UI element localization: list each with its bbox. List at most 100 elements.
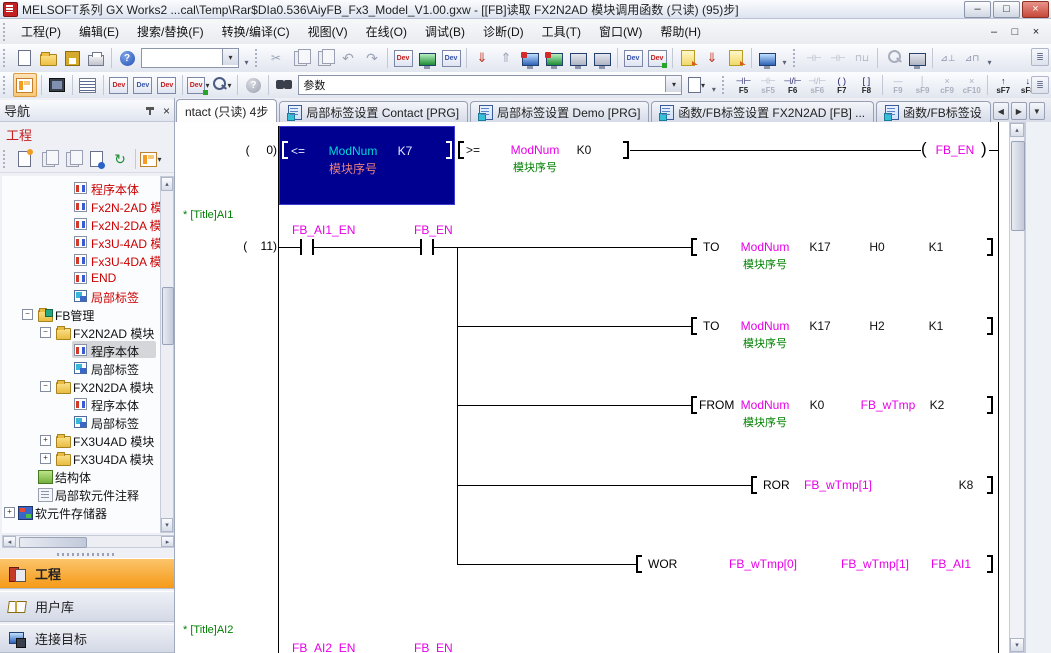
jump-button[interactable] xyxy=(906,47,928,69)
navigation-toggle-button[interactable] xyxy=(13,73,37,97)
screen-display-button[interactable] xyxy=(756,47,778,69)
sidebar-item-connection-destination[interactable]: 连接目标 xyxy=(0,624,174,653)
toolbar-overflow-button[interactable]: ▾ xyxy=(779,47,790,69)
context-help-button[interactable]: ? xyxy=(242,74,264,96)
device-display-button[interactable]: Dev xyxy=(392,47,414,69)
tree-item-local-label[interactable]: 局部标签 xyxy=(2,287,160,305)
tree-item-program-body[interactable]: 程序本体 xyxy=(2,179,160,197)
scroll-down-button[interactable]: ▾ xyxy=(161,518,173,532)
redo-button[interactable]: ↷ xyxy=(361,47,383,69)
tree-item-fx2n-2ad[interactable]: Fx2N-2AD 模块 xyxy=(2,197,160,215)
toolbar-overflow-button[interactable]: ▾ xyxy=(241,47,252,69)
find-target-combobox[interactable]: 参数 ▾ xyxy=(298,75,682,95)
menu-debug[interactable]: 调试(B) xyxy=(416,20,474,43)
expand-icon[interactable]: + xyxy=(4,507,15,518)
docked-toolbar-button[interactable]: ≣ xyxy=(1031,76,1049,94)
tree-vertical-scrollbar[interactable]: ▴ ▾ xyxy=(160,176,174,533)
new-item-button[interactable] xyxy=(13,148,35,170)
new-project-button[interactable] xyxy=(13,47,35,69)
program-jump-button[interactable]: ⇓ xyxy=(701,47,723,69)
menu-view[interactable]: 视图(V) xyxy=(299,20,357,43)
panel-splitter[interactable] xyxy=(0,550,174,558)
tree-item-fx2n2ad-program-body[interactable]: 程序本体 xyxy=(2,341,160,359)
scroll-left-button[interactable]: ◂ xyxy=(3,536,16,547)
toolbar-overflow-button[interactable]: ▾ xyxy=(984,47,995,69)
ladder-symbol-f5-button[interactable]: ⊣⊢F5 xyxy=(732,74,755,97)
tree-item-fx2n2da-module[interactable]: −FX2N2DA 模块 xyxy=(2,377,160,395)
ladder-vertical-scrollbar[interactable]: ▴ ▾ xyxy=(1009,122,1025,653)
monitor-write-button[interactable] xyxy=(567,47,589,69)
sidebar-item-user-library[interactable]: 用户库 xyxy=(0,591,174,622)
sort-filter-button[interactable]: ▾ xyxy=(140,148,162,170)
scrollbar-thumb[interactable] xyxy=(19,537,87,548)
docked-toolbar-button[interactable]: ≣ xyxy=(1031,48,1049,66)
tree-horizontal-scrollbar[interactable]: ◂ ▸ xyxy=(2,535,174,548)
tab-scroll-left-button[interactable]: ◀ xyxy=(993,102,1009,120)
device-search-dropdown-button[interactable]: ▾ xyxy=(211,74,233,96)
ladder-symbol-sf7-button[interactable]: ↑sF7 xyxy=(992,74,1015,97)
menu-online[interactable]: 在线(O) xyxy=(357,20,416,43)
device-batch-button[interactable]: Dev xyxy=(646,47,668,69)
scrollbar-thumb[interactable] xyxy=(162,287,174,345)
tree-item-device-memory[interactable]: +软元件存储器 xyxy=(2,503,160,521)
tree-item-fx3u-4da[interactable]: Fx3U-4DA 模块 xyxy=(2,251,160,269)
sidebar-item-project[interactable]: 工程 xyxy=(0,558,174,589)
pin-icon[interactable] xyxy=(146,106,155,115)
device-replace-button[interactable]: Dev xyxy=(156,74,178,96)
monitor-mode-button[interactable] xyxy=(416,47,438,69)
list-view-button[interactable] xyxy=(77,74,99,96)
write-to-plc-button[interactable]: ⇓ xyxy=(471,47,493,69)
copy-item-button[interactable] xyxy=(37,148,59,170)
item-property-button[interactable] xyxy=(85,148,107,170)
scroll-up-button[interactable]: ▴ xyxy=(161,177,173,191)
tree-item-fx2n2ad-module[interactable]: −FX2N2AD 模块 xyxy=(2,323,160,341)
tab-fb-label-fx2n2ad[interactable]: 函数/FB标签设置 FX2N2AD [FB] ... xyxy=(651,101,874,122)
menu-compile[interactable]: 转换/编译(C) xyxy=(213,20,299,43)
close-button[interactable]: × xyxy=(1022,1,1049,18)
ladder-scale1-button[interactable]: ⊣⊢ xyxy=(803,47,825,69)
tree-item-local-device-comment[interactable]: 局部软元件注释 xyxy=(2,485,160,503)
device-test-button[interactable]: Dev xyxy=(440,47,462,69)
ladder-scale3-button[interactable]: ⊓⊔ xyxy=(851,47,873,69)
tree-item-structure[interactable]: 结构体 xyxy=(2,467,160,485)
ladder-symbol-cf10-button[interactable]: ×cF10 xyxy=(960,74,983,97)
ladder-symbol-f8-button[interactable]: [ ]F8 xyxy=(855,74,878,97)
note-edit-button[interactable] xyxy=(725,47,747,69)
device-comment-button[interactable]: Dev xyxy=(622,47,644,69)
toolbar-overflow-button[interactable]: ▾ xyxy=(708,74,719,96)
tree-item-fx2n2ad-local-label[interactable]: 局部标签 xyxy=(2,359,160,377)
menu-window[interactable]: 窗口(W) xyxy=(590,20,651,43)
quick-find-combobox[interactable]: ▾ xyxy=(141,48,239,68)
expand-icon[interactable]: + xyxy=(40,453,51,464)
mdi-minimize-button[interactable]: – xyxy=(985,24,1003,39)
chevron-down-icon[interactable]: ▾ xyxy=(665,76,681,92)
tree-item-fx2n-2da[interactable]: Fx2N-2DA 模块 xyxy=(2,215,160,233)
find-options-button[interactable]: ▾ xyxy=(685,74,707,96)
collapse-icon[interactable]: − xyxy=(22,309,33,320)
scrollbar-thumb[interactable] xyxy=(1011,141,1025,231)
tab-scroll-right-button[interactable]: ▶ xyxy=(1011,102,1027,120)
mdi-restore-button[interactable]: □ xyxy=(1006,24,1024,39)
ladder-editor[interactable]: ( 0) <= ModNum K7 模块序号 >= ModNum K0 模块序号… xyxy=(175,122,1009,653)
copy-button[interactable] xyxy=(289,47,311,69)
expand-icon[interactable]: + xyxy=(40,435,51,446)
ladder-symbol-f9-button[interactable]: —F9 xyxy=(887,74,910,97)
tree-item-fx3u4ad-module[interactable]: +FX3U4AD 模块 xyxy=(2,431,160,449)
monitor-read-button[interactable] xyxy=(591,47,613,69)
menu-edit[interactable]: 编辑(E) xyxy=(70,20,128,43)
tab-list-button[interactable]: ▼ xyxy=(1029,102,1045,120)
menu-tools[interactable]: 工具(T) xyxy=(533,20,590,43)
device-find-button[interactable]: Dev xyxy=(108,74,130,96)
find-device-button[interactable] xyxy=(882,47,904,69)
intelligent-module-button[interactable] xyxy=(46,74,68,96)
chevron-down-icon[interactable]: ▾ xyxy=(222,49,238,65)
read-from-plc-button[interactable]: ⇑ xyxy=(495,47,517,69)
panel-close-button[interactable]: × xyxy=(163,104,170,118)
start-monitor-button[interactable] xyxy=(519,47,541,69)
refresh-button[interactable]: ↻ xyxy=(109,148,131,170)
device-display-dropdown-button[interactable]: Dev▾ xyxy=(187,74,210,96)
sampling-trace2-button[interactable]: ⊿⊓ xyxy=(961,47,983,69)
find-button[interactable] xyxy=(273,74,295,96)
collapse-icon[interactable]: − xyxy=(40,327,51,338)
minimize-button[interactable]: – xyxy=(964,1,991,18)
